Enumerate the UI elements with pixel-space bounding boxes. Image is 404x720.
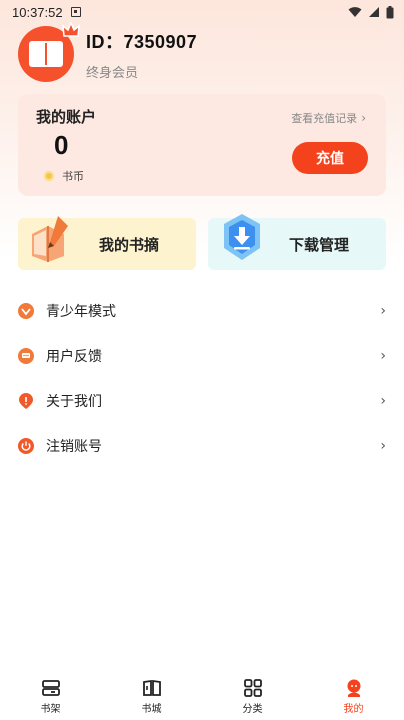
menu-item-about-us[interactable]: 关于我们 ›: [0, 378, 404, 423]
notification-icon: [70, 7, 81, 17]
tab-bookstore[interactable]: 书城: [122, 678, 182, 715]
my-excerpts-card[interactable]: 我的书摘: [18, 216, 196, 270]
coin-balance: 0: [54, 130, 69, 160]
profile-header: ID：7350907 终身会员: [18, 22, 198, 82]
tab-mine-label: 我的: [343, 703, 364, 715]
recharge-history-label: 查看充值记录: [291, 112, 358, 125]
teen-mode-label: 青少年模式: [46, 303, 116, 320]
tab-bookshelf-label: 书架: [40, 703, 61, 715]
tab-categories[interactable]: 分类: [223, 678, 283, 715]
book-icon: [29, 41, 63, 67]
recharge-button[interactable]: 充值: [292, 142, 368, 174]
feedback-icon: [18, 347, 34, 364]
bottom-tab-bar: 书架 书城 分类 我的: [0, 672, 404, 720]
crown-icon: [62, 22, 80, 37]
tab-mine[interactable]: 我的: [324, 678, 384, 715]
menu-item-feedback[interactable]: 用户反馈 ›: [0, 333, 404, 378]
about-us-label: 关于我们: [46, 393, 102, 410]
delete-account-label: 注销账号: [46, 438, 102, 455]
user-id: ID：7350907: [86, 31, 198, 52]
book-pen-icon: [32, 216, 68, 262]
battery-icon: [386, 5, 394, 19]
chevron-right-icon: ›: [380, 437, 386, 454]
account-card: 我的账户 0 书币 查看充值记录 › 充值: [18, 94, 386, 196]
open-book-icon: [142, 679, 161, 696]
bookshelf-icon: [41, 679, 60, 696]
coin-unit-label: 书币: [62, 170, 84, 183]
account-title: 我的账户: [36, 108, 97, 126]
power-icon: [18, 437, 34, 454]
download-management-label: 下载管理: [288, 235, 349, 254]
coin-unit-row: 书币: [44, 168, 84, 184]
feedback-label: 用户反馈: [46, 348, 102, 365]
coin-icon: [44, 171, 54, 181]
my-excerpts-label: 我的书摘: [98, 235, 159, 254]
avatar[interactable]: [18, 22, 80, 82]
user-icon: [347, 679, 360, 697]
membership-label: 终身会员: [86, 65, 139, 81]
chevron-right-icon: ›: [380, 302, 386, 319]
recharge-history-link[interactable]: 查看充值记录 ›: [291, 110, 366, 126]
chevron-right-icon: ›: [361, 111, 366, 125]
status-bar: 10:37:52: [0, 0, 404, 24]
tab-bookshelf[interactable]: 书架: [21, 678, 81, 715]
signal-icon: [368, 6, 380, 18]
chevron-right-icon: ›: [380, 347, 386, 364]
wifi-icon: [348, 6, 362, 18]
tab-bookstore-label: 书城: [141, 703, 162, 715]
settings-menu: 青少年模式 › 用户反馈 › 关于我们 › 注销账号 ›: [0, 288, 404, 468]
status-time: 10:37:52: [12, 4, 63, 20]
grid-icon: [243, 678, 262, 697]
tab-categories-label: 分类: [242, 703, 263, 715]
download-management-card[interactable]: 下载管理: [208, 214, 386, 270]
teen-mode-icon: [18, 302, 34, 319]
chevron-right-icon: ›: [380, 392, 386, 409]
feature-row: 我的书摘 下载管理: [18, 214, 386, 270]
about-icon: [18, 392, 34, 409]
menu-item-teen-mode[interactable]: 青少年模式 ›: [0, 288, 404, 333]
menu-item-delete-account[interactable]: 注销账号 ›: [0, 423, 404, 468]
download-icon: [224, 214, 260, 260]
